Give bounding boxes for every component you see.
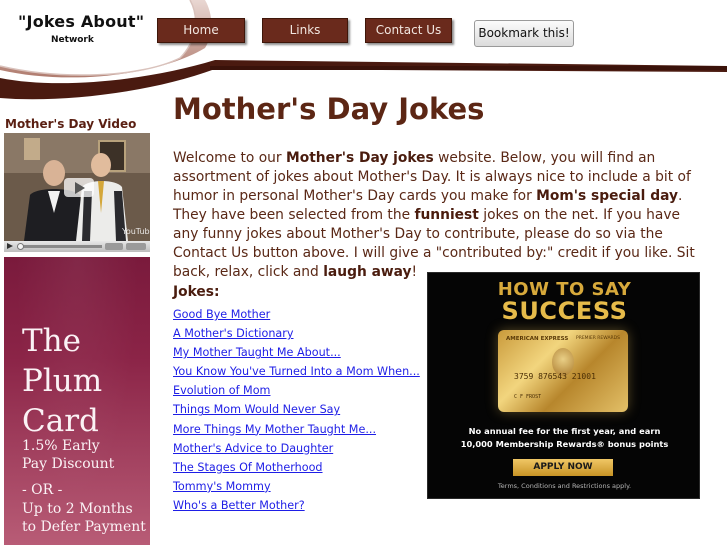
jokes-list: Good Bye Mother A Mother's Dictionary My M… [173, 304, 420, 514]
joke-list-item: You Know You've Turned Into a Mom When..… [173, 361, 420, 380]
video-controls-bar [4, 241, 150, 252]
joke-list-item: Things Mom Would Never Say [173, 399, 420, 418]
page-title: Mother's Day Jokes [173, 92, 485, 126]
joke-link[interactable]: The Stages Of Motherhood [173, 461, 323, 474]
fullscreen-icon[interactable] [126, 243, 146, 250]
joke-link[interactable]: Who's a Better Mother? [173, 499, 305, 512]
nav-contact-button[interactable]: Contact Us [365, 18, 452, 43]
video-player[interactable]: YouTube [4, 133, 150, 252]
joke-link[interactable]: Evolution of Mom [173, 384, 270, 397]
play-icon[interactable] [7, 243, 13, 249]
nav-home-button[interactable]: Home [157, 18, 245, 43]
joke-list-item: Evolution of Mom [173, 380, 420, 399]
card-brand: AMERICAN EXPRESS [506, 336, 569, 342]
nav-links-button[interactable]: Links [262, 18, 348, 43]
joke-list-item: Good Bye Mother [173, 304, 420, 323]
ad-line: The [22, 323, 81, 359]
bookmark-button[interactable]: Bookmark this! [474, 20, 574, 47]
ad-terms: Terms, Conditions and Restrictions apply… [497, 482, 632, 490]
card-name: C F FROST [514, 394, 542, 400]
intro-text: Welcome to our [173, 150, 286, 166]
intro-emphasis: laugh away [323, 264, 412, 280]
joke-link[interactable]: My Mother Taught Me About... [173, 346, 341, 359]
ad-line: Plum [22, 363, 103, 399]
site-logo-subtitle: Network [51, 35, 94, 45]
joke-link[interactable]: Tommy's Mommy [173, 480, 271, 493]
joke-link[interactable]: Mother's Advice to Daughter [173, 442, 333, 455]
joke-link[interactable]: More Things My Mother Taught Me... [173, 423, 376, 436]
joke-link[interactable]: Good Bye Mother [173, 308, 270, 321]
video-seek-handle[interactable] [17, 243, 24, 250]
site-logo-title[interactable]: "Jokes About" [18, 12, 144, 31]
jokes-heading: Jokes: [173, 284, 220, 300]
sidebar-video-title: Mother's Day Video [5, 117, 137, 131]
site-header: "Jokes About" Network Home Links Contact… [0, 0, 727, 105]
volume-icon[interactable] [105, 243, 123, 250]
joke-list-item: My Mother Taught Me About... [173, 342, 420, 361]
amex-ad-banner[interactable]: HOW TO SAY SUCCESS AMERICAN EXPRESS PREM… [427, 272, 700, 499]
ad-line: to Defer Payment [22, 519, 146, 535]
ad-offer-line: 10,000 Membership Rewards® bonus points [460, 439, 669, 449]
youtube-watermark: YouTube [122, 227, 150, 236]
intro-paragraph: Welcome to our Mother's Day jokes websit… [173, 149, 700, 282]
apply-now-button[interactable]: APPLY NOW [513, 459, 613, 476]
joke-list-item: A Mother's Dictionary [173, 323, 420, 342]
gold-card-image: AMERICAN EXPRESS PREMIER REWARDS 3759 87… [498, 330, 628, 412]
intro-emphasis: funniest [414, 207, 479, 223]
card-sub: PREMIER REWARDS [576, 336, 620, 341]
joke-link[interactable]: You Know You've Turned Into a Mom When..… [173, 365, 420, 378]
ad-line: Pay Discount [22, 456, 115, 472]
joke-link[interactable]: Things Mom Would Never Say [173, 403, 340, 416]
ad-line: 1.5% Early [22, 438, 100, 454]
video-seek-bar[interactable] [18, 245, 102, 248]
ad-line: - OR - [22, 482, 63, 498]
video-play-button[interactable] [64, 178, 94, 197]
joke-list-item: Mother's Advice to Daughter [173, 438, 420, 457]
joke-list-item: Who's a Better Mother? [173, 495, 420, 514]
plum-card-ad-banner[interactable]: The Plum Card 1.5% Early Pay Discount - … [4, 257, 150, 545]
ad-offer-line: No annual fee for the first year, and ea… [468, 426, 661, 436]
joke-link[interactable]: A Mother's Dictionary [173, 327, 294, 340]
joke-list-item: More Things My Mother Taught Me... [173, 419, 420, 438]
intro-text: ! [411, 264, 418, 280]
ad-line: Up to 2 Months [22, 501, 133, 517]
intro-emphasis: Mom's special day [536, 188, 678, 204]
card-number: 3759 876543 21001 [514, 372, 596, 381]
intro-emphasis: Mother's Day jokes [285, 150, 434, 166]
joke-list-item: Tommy's Mommy [173, 476, 420, 495]
joke-list-item: The Stages Of Motherhood [173, 457, 420, 476]
ad-line: Card [22, 403, 99, 439]
ad-headline-success: SUCCESS [501, 297, 628, 325]
